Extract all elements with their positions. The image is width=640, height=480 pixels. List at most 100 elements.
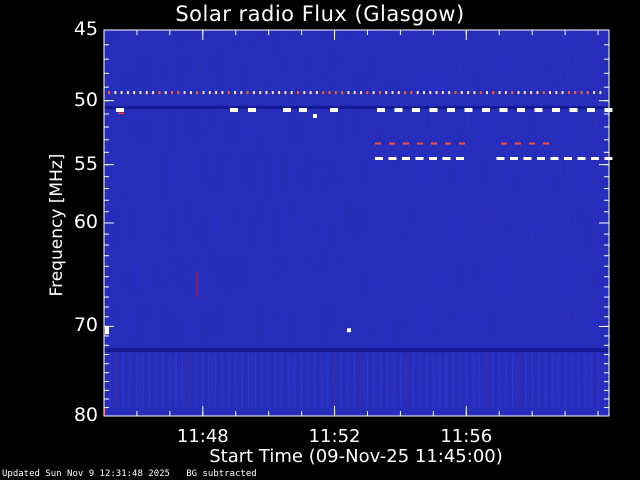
rfi-dot <box>360 91 362 95</box>
rfi-dash <box>428 156 437 160</box>
rfi-dot <box>542 91 545 95</box>
rfi-dash <box>442 156 451 160</box>
rfi-dash <box>534 108 543 113</box>
rfi-dash <box>464 108 473 113</box>
rfi-dash <box>604 108 613 113</box>
rfi-dash <box>577 156 586 160</box>
time-stripe <box>509 30 512 416</box>
rfi-dash <box>523 156 532 160</box>
rfi-dot <box>252 91 255 95</box>
rfi-dot <box>429 91 432 95</box>
rfi-dot <box>322 91 325 95</box>
rfi-dot <box>448 91 451 95</box>
rfi-dot <box>416 91 419 95</box>
rfi-dash <box>313 113 317 118</box>
rfi-dot <box>498 91 501 95</box>
rfi-dot <box>341 91 344 95</box>
rfi-dot <box>347 91 350 95</box>
rfi-dash-hot <box>542 142 549 145</box>
rfi-dot <box>473 91 476 95</box>
time-stripe <box>502 30 505 416</box>
rfi-dot <box>215 91 218 95</box>
rfi-dash <box>509 156 518 160</box>
y-tick-label: 60 <box>73 211 98 233</box>
time-stripe <box>416 30 419 416</box>
time-stripe <box>560 30 563 416</box>
rfi-dot <box>423 91 425 95</box>
rfi-dot <box>189 91 192 95</box>
rfi-dot <box>139 91 142 95</box>
y-tick-label: 70 <box>73 314 98 337</box>
rfi-dash <box>401 156 410 160</box>
time-stripe <box>495 30 498 416</box>
x-tick-label: 11:48 <box>176 426 229 447</box>
rfi-dot <box>271 91 274 95</box>
rfi-dot <box>353 91 356 95</box>
bg-subtracted-note: BG subtracted <box>186 469 257 479</box>
rfi-dash <box>499 108 508 113</box>
rfi-dash <box>230 108 238 113</box>
rfi-dash-hot <box>528 142 535 145</box>
rfi-dot <box>177 91 180 95</box>
x-axis-title: Start Time (09-Nov-25 11:45:00) <box>209 446 503 467</box>
rfi-dash <box>569 108 578 113</box>
rfi-dot <box>246 91 249 95</box>
rfi-dot <box>549 91 551 95</box>
rfi-dot <box>202 91 205 95</box>
rfi-dash <box>411 108 420 113</box>
rfi-dash-hot <box>374 142 381 145</box>
rfi-dot <box>397 91 400 95</box>
rfi-dot <box>391 91 394 95</box>
rfi-dot <box>158 91 161 95</box>
time-stripe <box>516 30 519 416</box>
rfi-dot <box>378 91 381 95</box>
time-stripe <box>408 30 411 416</box>
rfi-dot <box>234 91 236 95</box>
rfi-dot <box>441 91 444 95</box>
rfi-dot <box>221 91 224 95</box>
time-stripe <box>480 30 483 416</box>
dark-band <box>104 348 609 353</box>
rfi-dot <box>133 91 136 95</box>
rfi-dot <box>555 91 558 95</box>
time-stripe <box>596 30 599 416</box>
time-stripe <box>567 30 570 416</box>
rfi-dash <box>330 108 338 113</box>
rfi-dot <box>284 91 287 95</box>
rfi-dot <box>334 91 337 95</box>
rfi-dot <box>240 91 243 95</box>
rfi-dash-hot <box>430 142 437 145</box>
rfi-dash-hot <box>458 142 465 145</box>
rfi-dot <box>366 91 369 95</box>
rfi-dot <box>328 91 331 95</box>
rfi-dot <box>278 91 281 95</box>
time-stripe <box>430 30 433 416</box>
rfi-dot <box>530 91 533 95</box>
rfi-dot <box>108 91 110 95</box>
rfi-dot <box>504 91 507 95</box>
rfi-dot <box>297 91 299 95</box>
rfi-spot <box>105 326 109 335</box>
rfi-dash <box>496 156 505 160</box>
rfi-spot <box>347 328 351 333</box>
rfi-dot <box>593 91 596 95</box>
rfi-dot <box>120 91 123 95</box>
rfi-dot <box>479 91 482 95</box>
dark-band <box>104 106 609 110</box>
y-tick-label: 80 <box>73 404 98 426</box>
footer-status: Updated Sun Nov 9 12:31:48 2025 BG subtr… <box>2 469 257 479</box>
rfi-dash <box>536 156 545 160</box>
rfi-dot <box>567 91 570 95</box>
rfi-dash-hot <box>388 142 395 145</box>
rfi-dot <box>404 91 407 95</box>
x-tick-label: 11:56 <box>440 426 493 447</box>
rfi-dash <box>455 156 464 160</box>
rfi-dash-hot <box>514 142 521 145</box>
rfi-dash-hot <box>416 142 423 145</box>
y-axis-title: Frequency [MHz] <box>47 153 67 297</box>
rfi-dot <box>586 91 589 95</box>
rfi-dot <box>574 91 577 95</box>
rfi-dot <box>511 91 514 95</box>
rfi-dash <box>481 108 490 113</box>
rfi-dot <box>580 91 583 95</box>
